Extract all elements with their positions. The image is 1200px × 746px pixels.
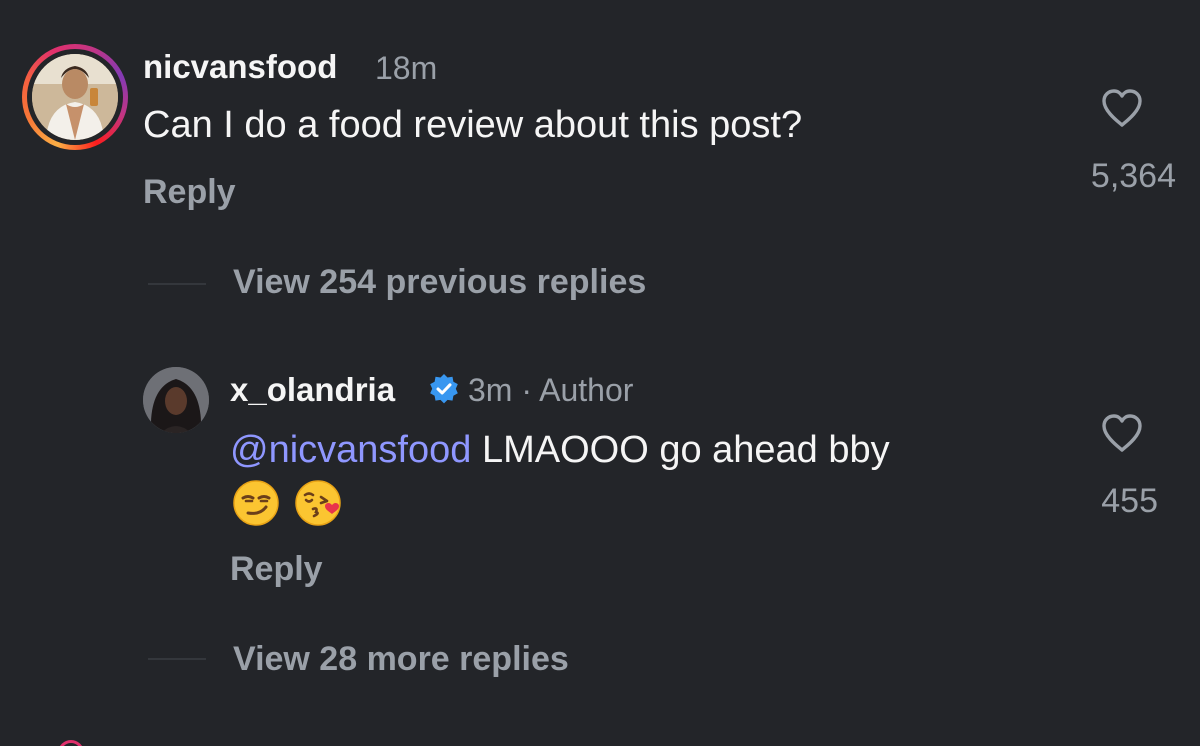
comment-text: Can I do a food review about this post? bbox=[143, 104, 803, 146]
comment-username[interactable]: x_olandria bbox=[230, 371, 395, 409]
comment-timestamp: 18m bbox=[375, 50, 438, 86]
reply-button[interactable]: Reply bbox=[143, 173, 236, 212]
face-blowing-kiss-icon bbox=[295, 480, 341, 526]
heart-outline-icon[interactable] bbox=[1100, 413, 1144, 453]
comment-text: @nicvansfood LMAOOO go ahead bby bbox=[230, 429, 890, 472]
comment-body: LMAOOO go ahead bby bbox=[471, 429, 890, 471]
verified-badge-icon bbox=[430, 374, 458, 404]
mention-link[interactable]: @nicvansfood bbox=[230, 429, 471, 471]
thread-divider bbox=[148, 283, 206, 285]
avatar-nicvansfood[interactable] bbox=[22, 44, 128, 150]
view-previous-replies-button[interactable]: View 254 previous replies bbox=[233, 263, 646, 302]
smirking-face-icon bbox=[233, 480, 279, 526]
comments-panel: nicvansfood 18m Can I do a food review a… bbox=[0, 0, 1200, 746]
next-comment-avatar[interactable] bbox=[58, 740, 84, 746]
comment-username[interactable]: nicvansfood bbox=[143, 48, 337, 86]
thread-divider bbox=[148, 658, 206, 660]
reply-button[interactable]: Reply bbox=[230, 550, 323, 589]
comment-timestamp-author: 3m · Author bbox=[468, 372, 634, 408]
avatar-x_olandria[interactable] bbox=[143, 367, 209, 433]
emoji-row bbox=[232, 479, 342, 527]
like-count: 5,364 bbox=[1090, 157, 1176, 195]
heart-outline-icon[interactable] bbox=[1100, 88, 1144, 128]
view-more-replies-button[interactable]: View 28 more replies bbox=[233, 640, 569, 679]
like-count: 455 bbox=[1101, 482, 1158, 520]
